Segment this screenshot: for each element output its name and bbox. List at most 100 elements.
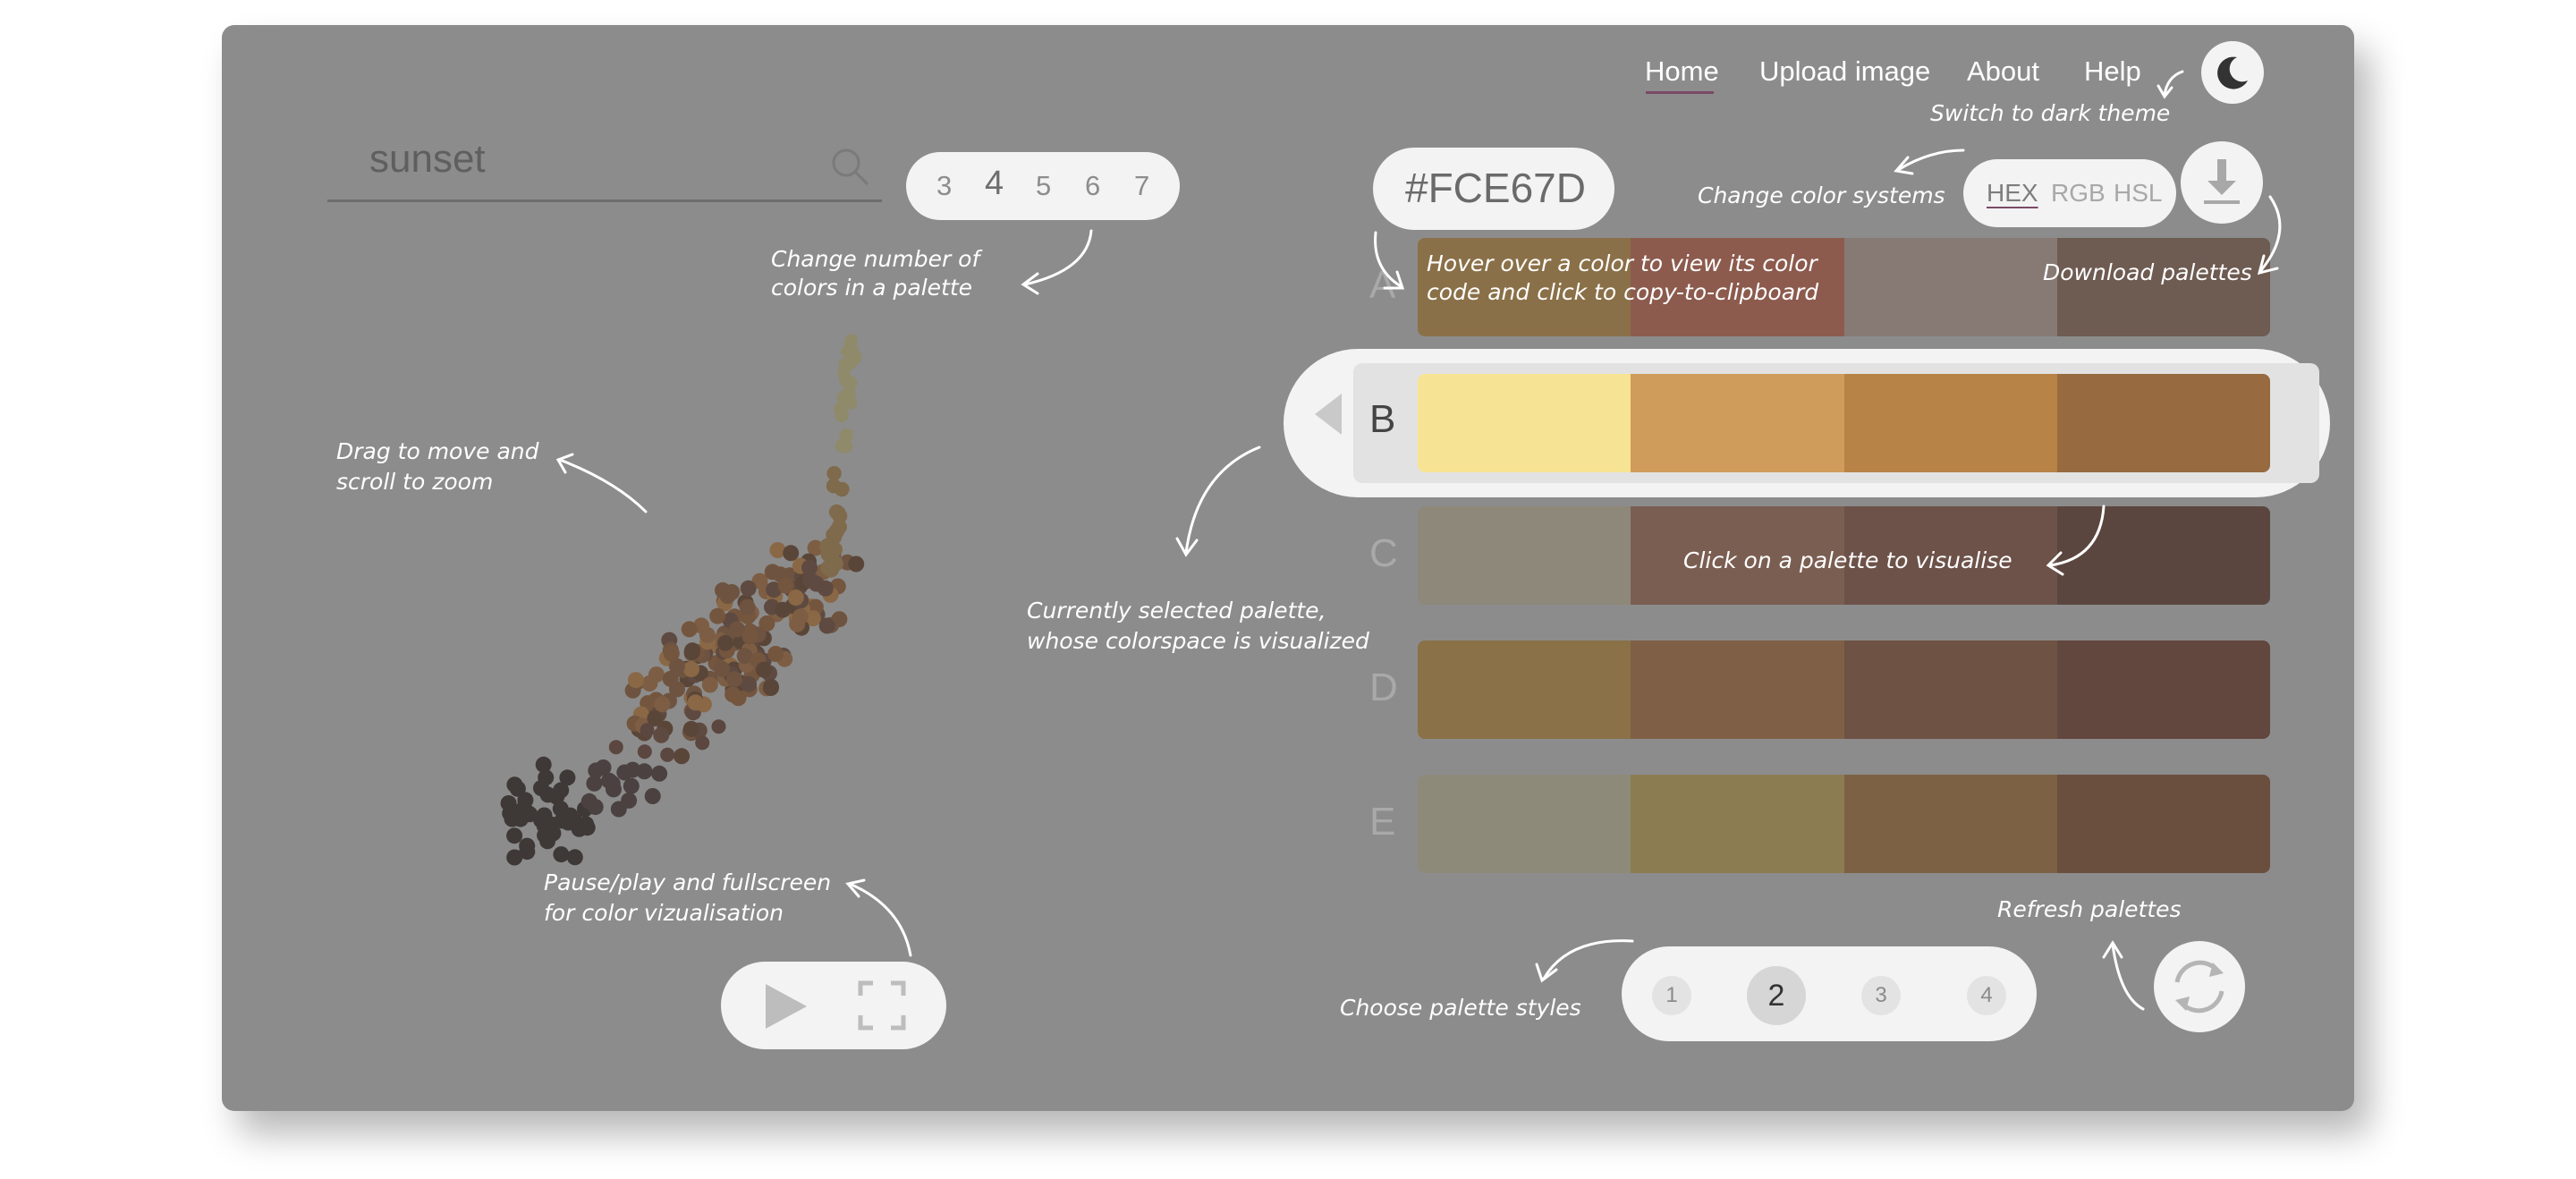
scatter-point — [653, 726, 670, 743]
theme-toggle-button[interactable] — [2201, 41, 2264, 104]
scatter-point — [552, 801, 569, 818]
scatter-point — [792, 608, 809, 625]
style-option-1[interactable]: 1 — [1652, 976, 1691, 1015]
count-option-7[interactable]: 7 — [1134, 170, 1149, 202]
count-option-6[interactable]: 6 — [1085, 170, 1100, 202]
note-hover-line1: Hover over a color to view its color — [1427, 250, 1818, 276]
note-hover-line2: code and click to copy-to-clipboard — [1427, 279, 1819, 305]
scatter-point — [519, 844, 536, 861]
scatter-point — [608, 740, 623, 755]
nav-upload-image[interactable]: Upload image — [1759, 55, 1930, 88]
nav-about[interactable]: About — [1967, 55, 2039, 88]
scatter-point — [587, 799, 604, 816]
scatter-point — [801, 559, 818, 576]
scatter-point — [724, 686, 741, 703]
palette-swatch[interactable] — [1843, 775, 2057, 873]
scatter-point — [610, 801, 627, 818]
selected-pointer-icon — [1315, 394, 1342, 435]
scatter-point — [848, 556, 865, 573]
scatter-point — [741, 628, 758, 645]
scatter-point — [826, 466, 842, 481]
count-option-4[interactable]: 4 — [985, 165, 1004, 203]
palette-row-b[interactable] — [1418, 374, 2270, 472]
scatter-point — [681, 621, 698, 638]
note-drag-line2: scroll to zoom — [336, 469, 494, 495]
search-input[interactable]: sunset — [369, 137, 486, 182]
note-change-number-line2: colors in a palette — [771, 275, 973, 301]
scatter-point — [709, 607, 726, 624]
scatter-point — [739, 598, 756, 615]
refresh-button[interactable] — [2154, 941, 2245, 1032]
nav-help[interactable]: Help — [2084, 55, 2141, 88]
scatter-point — [818, 617, 835, 634]
scatter-point — [699, 626, 716, 643]
note-selected-line1: Currently selected palette, — [1027, 598, 1326, 623]
scatter-point — [839, 428, 854, 443]
palette-swatch[interactable] — [2056, 640, 2270, 739]
download-icon — [2204, 159, 2240, 204]
style-option-2[interactable]: 2 — [1747, 966, 1806, 1025]
system-hsl[interactable]: HSL — [2114, 179, 2162, 208]
palette-swatch[interactable] — [2056, 374, 2270, 472]
scatter-point — [826, 478, 842, 494]
palette-swatch[interactable] — [1631, 775, 1844, 873]
scatter-point — [787, 590, 804, 606]
scatter-point — [764, 564, 781, 581]
count-option-3[interactable]: 3 — [936, 170, 952, 202]
scatter-point — [763, 678, 779, 695]
search-icon[interactable] — [830, 147, 871, 188]
scatter-point — [640, 723, 655, 738]
palette-swatch[interactable] — [1418, 640, 1631, 739]
hex-value: #FCE67D — [1405, 165, 1586, 211]
palette-swatch[interactable] — [1843, 640, 2057, 739]
scatter-point — [711, 719, 726, 734]
scatter-point — [683, 644, 700, 661]
palette-swatch[interactable] — [1418, 374, 1631, 472]
download-button[interactable] — [2181, 141, 2263, 224]
scatter-point — [660, 747, 675, 762]
scatter-point — [836, 391, 851, 405]
style-option-4[interactable]: 4 — [1967, 976, 2006, 1015]
system-hex[interactable]: HEX — [1987, 179, 2038, 208]
color-count-selector: 3 4 5 6 7 — [906, 152, 1180, 220]
system-rgb[interactable]: RGB — [2051, 179, 2106, 208]
palette-swatch[interactable] — [1631, 374, 1844, 472]
count-option-5[interactable]: 5 — [1036, 170, 1051, 202]
scatter-point — [500, 795, 517, 811]
palette-swatch[interactable] — [2056, 775, 2270, 873]
scatter-point — [559, 769, 576, 786]
palette-row-e[interactable] — [1418, 775, 2270, 873]
style-option-3[interactable]: 3 — [1861, 976, 1901, 1015]
scatter-point — [623, 777, 640, 794]
app-panel: Home Upload image About Help sunset 3 4 … — [222, 25, 2354, 1111]
scatter-point — [767, 646, 784, 662]
nav-active-underline — [1646, 91, 1714, 94]
scatter-point — [719, 588, 736, 605]
scatter-point — [636, 763, 653, 780]
note-change-number-line1: Change number of — [771, 246, 980, 272]
refresh-icon — [2174, 960, 2224, 1014]
hex-display[interactable]: #FCE67D — [1373, 148, 1614, 230]
palette-swatch[interactable] — [2056, 238, 2270, 336]
palette-swatch[interactable] — [1418, 775, 1631, 873]
scatter-point — [839, 373, 852, 387]
scatter-point — [604, 776, 621, 792]
scatter-point — [683, 661, 699, 678]
scatter-point — [506, 776, 523, 793]
scatter-point — [717, 634, 733, 651]
scatter-point — [775, 601, 792, 618]
palette-swatch[interactable] — [2056, 506, 2270, 605]
scatter-point — [817, 580, 834, 597]
fullscreen-icon[interactable] — [857, 980, 907, 1031]
nav-home[interactable]: Home — [1645, 55, 1719, 88]
palette-letter-d: D — [1369, 666, 1398, 709]
palette-swatch[interactable] — [1843, 374, 2057, 472]
palette-row-d[interactable] — [1418, 640, 2270, 739]
play-icon[interactable] — [762, 981, 810, 1031]
palette-swatch[interactable] — [1631, 640, 1844, 739]
scatter-point — [641, 675, 658, 691]
scatter-point — [755, 661, 772, 678]
palette-swatch[interactable] — [1418, 506, 1631, 605]
palette-letter-c: C — [1369, 531, 1398, 575]
palette-swatch[interactable] — [1843, 238, 2057, 336]
